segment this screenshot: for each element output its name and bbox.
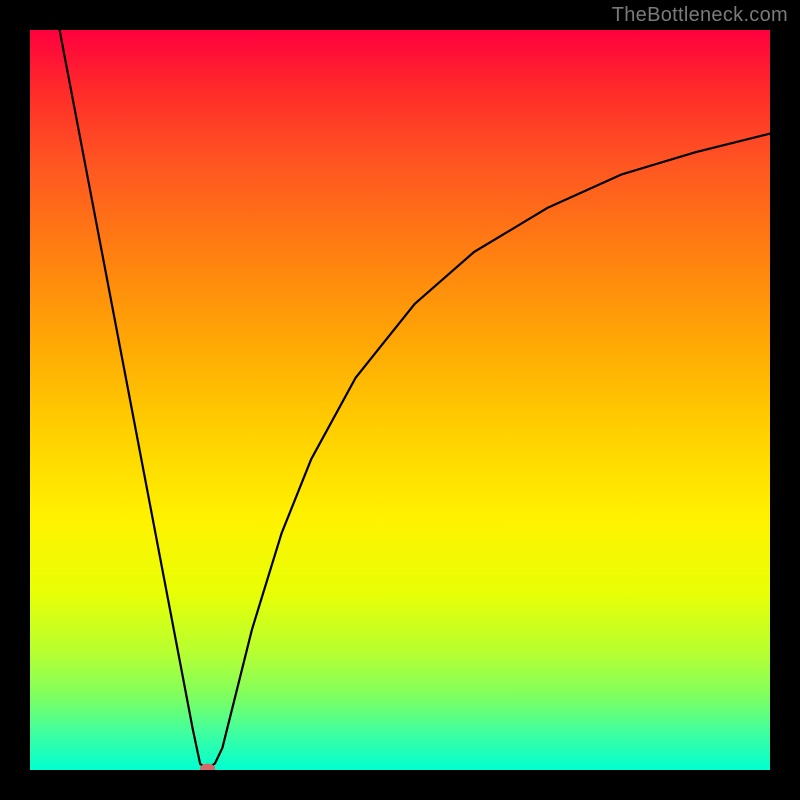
chart-frame: TheBottleneck.com [0,0,800,800]
minimum-marker [201,764,215,770]
plot-area [30,30,770,770]
curve-layer [30,30,770,770]
watermark-text: TheBottleneck.com [612,4,788,27]
bottleneck-curve [60,30,770,769]
